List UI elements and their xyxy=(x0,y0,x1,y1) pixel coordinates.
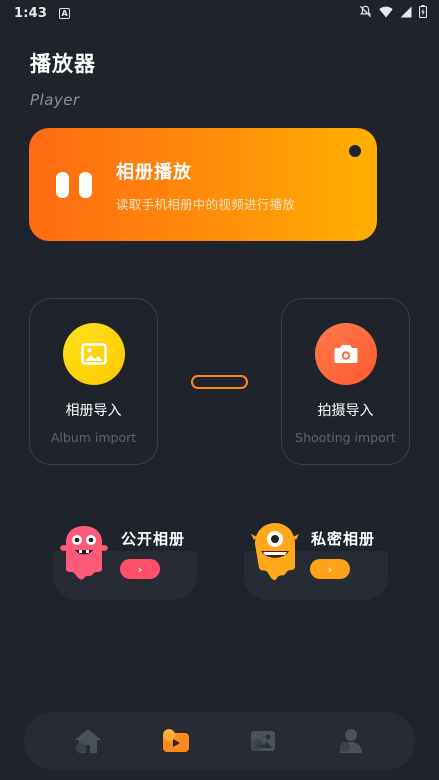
page-title: 播放器 xyxy=(30,52,96,76)
album-import-card[interactable]: 相册导入 Album import xyxy=(29,298,158,465)
album-import-label: 相册导入 xyxy=(65,403,122,419)
banner-description: 读取手机相册中的视频进行播放 xyxy=(116,197,296,212)
album-import-icon-circle xyxy=(63,323,125,385)
status-time: 1:43 xyxy=(14,5,48,21)
page-subtitle: Player xyxy=(30,91,80,109)
pause-icon xyxy=(56,172,94,198)
nav-profile[interactable] xyxy=(331,721,371,761)
image-icon xyxy=(81,343,107,365)
player-icon xyxy=(162,729,189,752)
status-bar: 1:43 A xyxy=(0,0,439,26)
shooting-import-card[interactable]: 拍摄导入 Shooting import xyxy=(281,298,410,465)
pink-monster-mascot xyxy=(60,526,108,580)
banner-title: 相册播放 xyxy=(116,162,192,183)
camera-icon xyxy=(334,345,358,363)
status-icons xyxy=(359,5,427,18)
shooting-import-label: 拍摄导入 xyxy=(317,403,374,419)
shooting-import-icon-circle xyxy=(315,323,377,385)
public-album-go-button[interactable]: › xyxy=(120,559,160,579)
private-album-go-button[interactable]: › xyxy=(310,559,350,579)
bottom-nav xyxy=(24,712,415,770)
notification-icon: A xyxy=(59,7,71,19)
connector-pill xyxy=(191,375,248,389)
gallery-icon xyxy=(251,731,276,751)
public-album-name: 公开相册 xyxy=(121,530,186,548)
dnd-bell-off-icon xyxy=(359,5,372,18)
nav-player[interactable] xyxy=(156,721,196,761)
home-icon xyxy=(74,729,101,753)
private-album-name: 私密相册 xyxy=(311,530,376,548)
signal-icon xyxy=(400,6,412,17)
nav-gallery[interactable] xyxy=(243,721,283,761)
shooting-import-sublabel: Shooting import xyxy=(295,430,396,445)
nav-home[interactable] xyxy=(68,721,108,761)
battery-icon xyxy=(419,5,427,18)
wifi-icon xyxy=(379,6,393,17)
orange-monster-mascot xyxy=(251,523,299,581)
profile-icon xyxy=(340,729,363,753)
album-import-sublabel: Album import xyxy=(50,430,137,445)
album-play-banner[interactable]: 相册播放 读取手机相册中的视频进行播放 xyxy=(29,128,377,241)
banner-dot xyxy=(349,145,361,157)
